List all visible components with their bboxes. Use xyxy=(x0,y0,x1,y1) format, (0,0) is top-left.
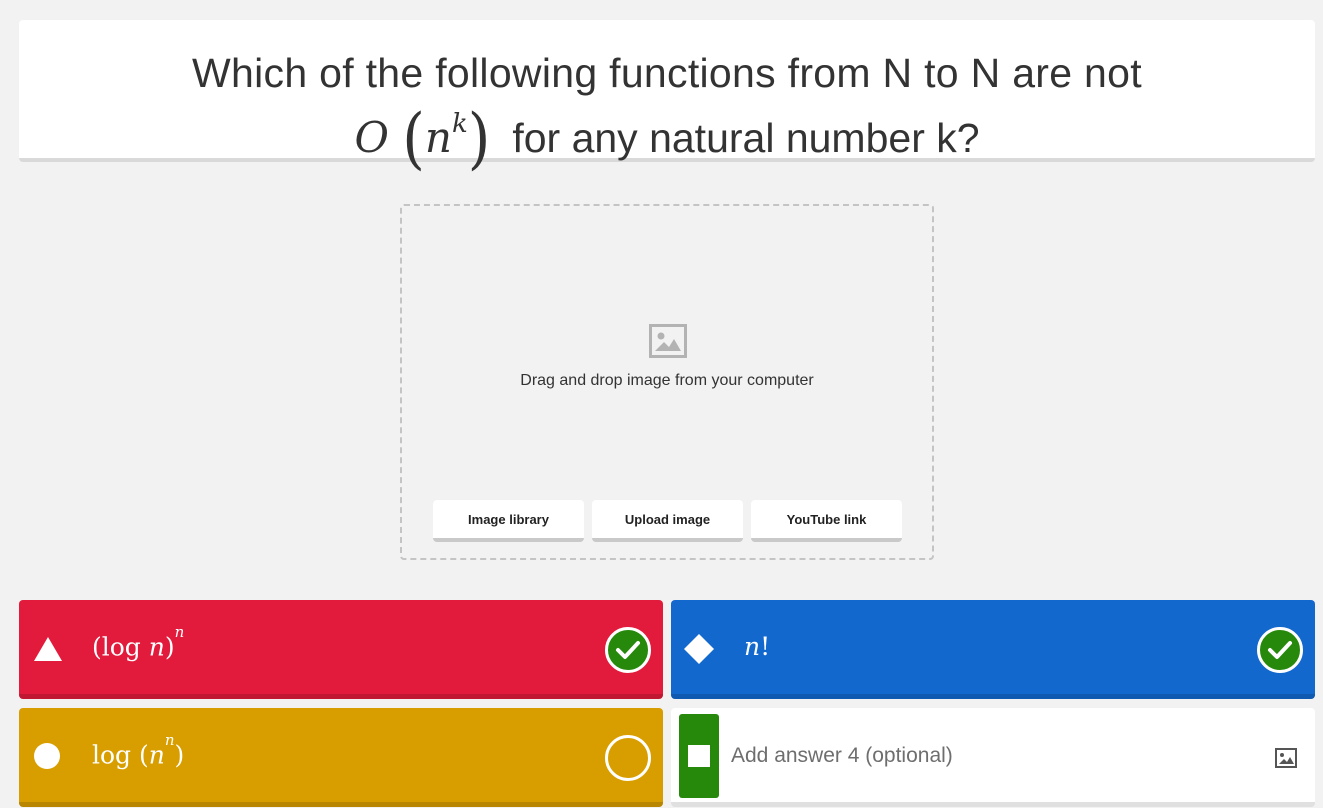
circle-icon xyxy=(34,743,60,769)
image-library-button[interactable]: Image library xyxy=(433,500,584,542)
answer-4-input[interactable]: Add answer 4 (optional) xyxy=(731,744,953,768)
check-icon xyxy=(616,641,640,659)
answer-3[interactable]: log (nn) xyxy=(19,708,663,807)
diamond-icon xyxy=(684,634,714,664)
answer-2-text: n! xyxy=(744,632,771,661)
media-dropzone[interactable]: Drag and drop image from your computer I… xyxy=(400,204,934,560)
question-text-line1: Which of the following functions from N … xyxy=(192,50,1142,96)
answer-2[interactable]: n! xyxy=(671,600,1315,699)
answer-4-shape-tab xyxy=(679,714,719,798)
answer-1[interactable]: (log n)n xyxy=(19,600,663,699)
question-math: O (n k) xyxy=(354,98,491,178)
triangle-icon xyxy=(34,637,62,661)
answer-4[interactable]: Add answer 4 (optional) xyxy=(671,708,1315,807)
image-icon[interactable] xyxy=(1275,748,1297,768)
media-drop-text: Drag and drop image from your computer xyxy=(520,372,814,389)
upload-image-button[interactable]: Upload image xyxy=(592,500,743,542)
correct-toggle-3[interactable] xyxy=(605,735,651,781)
correct-toggle-1[interactable] xyxy=(605,627,651,673)
question-text-line2: O (n k) for any natural number k? xyxy=(19,98,1315,178)
answer-3-text: log (nn) xyxy=(92,731,185,770)
square-icon xyxy=(688,745,710,767)
image-icon xyxy=(649,324,687,358)
check-icon xyxy=(1268,641,1292,659)
answer-1-text: (log n)n xyxy=(92,623,185,662)
youtube-link-button[interactable]: YouTube link xyxy=(751,500,902,542)
question-card[interactable]: Which of the following functions from N … xyxy=(19,20,1315,173)
correct-toggle-2[interactable] xyxy=(1257,627,1303,673)
question-text-line2-text: for any natural number k? xyxy=(512,115,980,161)
